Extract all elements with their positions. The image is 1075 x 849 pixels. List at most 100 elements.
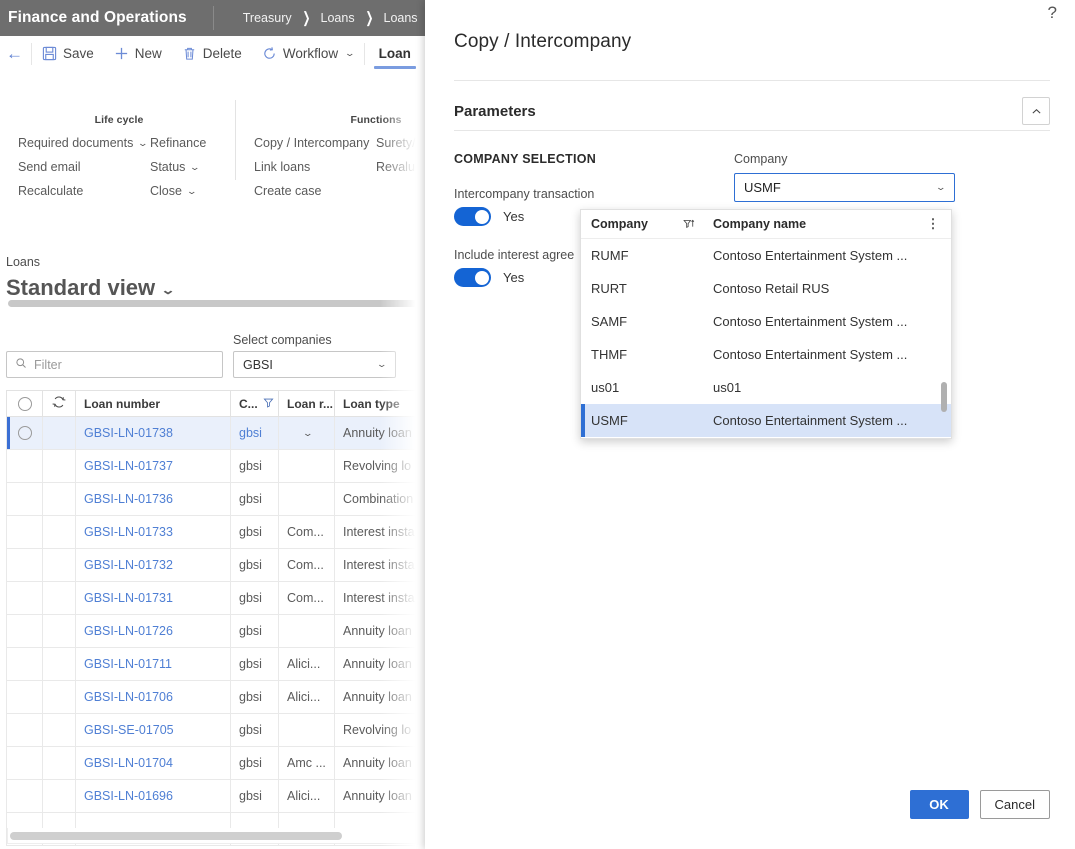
- list-item[interactable]: us01 us01: [581, 371, 951, 404]
- list-item[interactable]: RUMF Contoso Entertainment System ...: [581, 239, 951, 272]
- company-code: USMF: [591, 413, 628, 428]
- action-send-email[interactable]: Send email: [18, 160, 150, 175]
- action-create-case[interactable]: Create case: [254, 184, 376, 199]
- row-select-cell[interactable]: [7, 483, 43, 515]
- company-lookup-header-name[interactable]: Company name: [713, 217, 925, 231]
- loan-number-link[interactable]: GBSI-LN-01733: [84, 525, 173, 539]
- cell-loan-r: Alici...: [279, 780, 335, 812]
- action-copy-intercompany[interactable]: Copy / Intercompany: [254, 136, 376, 151]
- workflow-button-label: Workflow: [282, 46, 339, 61]
- ok-button[interactable]: OK: [909, 790, 969, 819]
- row-select-cell[interactable]: [7, 747, 43, 779]
- row-status-cell: [43, 450, 76, 482]
- row-select-cell[interactable]: [7, 450, 43, 482]
- cell-loan-number[interactable]: GBSI-LN-01696: [76, 780, 231, 812]
- grid-header-refresh[interactable]: [43, 391, 76, 416]
- plus-icon: [114, 46, 129, 61]
- action-recalculate[interactable]: Recalculate: [18, 184, 150, 199]
- loan-number-link[interactable]: GBSI-LN-01732: [84, 558, 173, 572]
- row-select-cell[interactable]: [7, 681, 43, 713]
- cell-loan-number[interactable]: GBSI-LN-01733: [76, 516, 231, 548]
- cell-loan-number[interactable]: GBSI-LN-01731: [76, 582, 231, 614]
- action-link-loans[interactable]: Link loans: [254, 160, 376, 175]
- cell-loan-number[interactable]: GBSI-LN-01711: [76, 648, 231, 680]
- company-combobox[interactable]: USMF ⌄: [734, 173, 955, 202]
- cell-loan-number[interactable]: GBSI-SE-01705: [76, 714, 231, 746]
- row-select-cell[interactable]: [7, 780, 43, 812]
- loan-number-link[interactable]: GBSI-LN-01726: [84, 624, 173, 638]
- filter-icon[interactable]: [263, 397, 274, 411]
- loan-number-link[interactable]: GBSI-LN-01731: [84, 591, 173, 605]
- help-icon[interactable]: ?: [1048, 4, 1057, 21]
- dialog-title-divider: [454, 80, 1050, 81]
- cell-loan-number[interactable]: GBSI-LN-01736: [76, 483, 231, 515]
- collapse-section-button[interactable]: [1022, 97, 1050, 125]
- breadcrumb-item-loans-module[interactable]: Loans: [321, 11, 355, 25]
- list-item[interactable]: USMF Contoso Entertainment System ...: [581, 404, 951, 437]
- radio-icon[interactable]: [17, 426, 32, 440]
- list-item[interactable]: RURT Contoso Retail RUS: [581, 272, 951, 305]
- cell-company: gbsi: [231, 516, 279, 548]
- loan-number-link[interactable]: GBSI-LN-01704: [84, 756, 173, 770]
- delete-button[interactable]: Delete: [172, 36, 252, 72]
- tab-loan[interactable]: Loan: [365, 36, 425, 72]
- action-label: Create case: [254, 184, 322, 198]
- loan-number-link[interactable]: GBSI-LN-01706: [84, 690, 173, 704]
- loan-number-link[interactable]: GBSI-LN-01736: [84, 492, 173, 506]
- list-item[interactable]: SAMF Contoso Entertainment System ...: [581, 305, 951, 338]
- grid-header-select-all[interactable]: [7, 391, 43, 416]
- company-name: us01: [713, 380, 742, 395]
- cell-loan-r: Alici...: [279, 648, 335, 680]
- company-lookup-header: Company Company name ⋮: [581, 210, 951, 239]
- grid-horizontal-scrollbar-thumb[interactable]: [10, 832, 342, 840]
- select-companies-dropdown[interactable]: GBSI ⌄: [233, 351, 396, 378]
- filter-sort-icon[interactable]: [683, 218, 713, 231]
- loan-number-link[interactable]: GBSI-LN-01738: [84, 426, 173, 440]
- action-group-title: Life cycle: [94, 114, 144, 126]
- cell-loan-number[interactable]: GBSI-LN-01706: [76, 681, 231, 713]
- workflow-icon: [262, 46, 277, 61]
- new-button[interactable]: New: [104, 36, 172, 72]
- row-select-cell[interactable]: [7, 417, 43, 449]
- toggle-switch-on[interactable]: [454, 207, 491, 226]
- more-vertical-icon[interactable]: ⋮: [925, 216, 941, 232]
- cell-loan-number[interactable]: GBSI-LN-01704: [76, 747, 231, 779]
- breadcrumb-item-treasury[interactable]: Treasury: [243, 11, 292, 25]
- save-button[interactable]: Save: [32, 36, 104, 72]
- cell-loan-number[interactable]: GBSI-LN-01726: [76, 615, 231, 647]
- loan-number-link[interactable]: GBSI-LN-01711: [84, 657, 172, 671]
- back-button[interactable]: ←: [0, 36, 31, 72]
- row-select-cell[interactable]: [7, 615, 43, 647]
- row-select-cell[interactable]: [7, 714, 43, 746]
- loan-number-link[interactable]: GBSI-LN-01737: [84, 459, 173, 473]
- cell-loan-number[interactable]: GBSI-LN-01738: [76, 417, 231, 449]
- company-lookup-header-code[interactable]: Company: [591, 217, 683, 231]
- row-select-cell[interactable]: [7, 516, 43, 548]
- action-refinance[interactable]: Refinance: [150, 136, 230, 151]
- row-select-cell[interactable]: [7, 582, 43, 614]
- grid-header-loan-r[interactable]: Loan r...: [279, 391, 335, 416]
- list-item[interactable]: THMF Contoso Entertainment System ...: [581, 338, 951, 371]
- loan-number-link[interactable]: GBSI-LN-01696: [84, 789, 173, 803]
- row-status-cell: [43, 681, 76, 713]
- grid-header-loan-number[interactable]: Loan number: [76, 391, 231, 416]
- breadcrumb-item-loans-page[interactable]: Loans: [384, 11, 418, 25]
- workflow-button[interactable]: Workflow ⌄: [252, 36, 364, 72]
- row-select-cell[interactable]: [7, 549, 43, 581]
- search-input[interactable]: Filter: [6, 351, 223, 378]
- cancel-button[interactable]: Cancel: [979, 790, 1050, 819]
- breadcrumb: Treasury ❯ Loans ❯ Loans: [214, 9, 418, 26]
- grid-header-company[interactable]: C...: [231, 391, 279, 416]
- row-select-cell[interactable]: [7, 648, 43, 680]
- action-required-documents[interactable]: Required documents ⌄: [18, 136, 150, 151]
- company-lookup-scrollbar-thumb[interactable]: [941, 382, 947, 412]
- cell-loan-number[interactable]: GBSI-LN-01737: [76, 450, 231, 482]
- action-close[interactable]: Close ⌄: [150, 184, 230, 199]
- cell-loan-r: [279, 483, 335, 515]
- select-companies-label: Select companies: [233, 333, 332, 347]
- cell-loan-number[interactable]: GBSI-LN-01732: [76, 549, 231, 581]
- action-status[interactable]: Status ⌄: [150, 160, 230, 175]
- chevron-down-icon[interactable]: ⌄: [302, 428, 313, 439]
- loan-number-link[interactable]: GBSI-SE-01705: [84, 723, 174, 737]
- toggle-switch-on[interactable]: [454, 268, 491, 287]
